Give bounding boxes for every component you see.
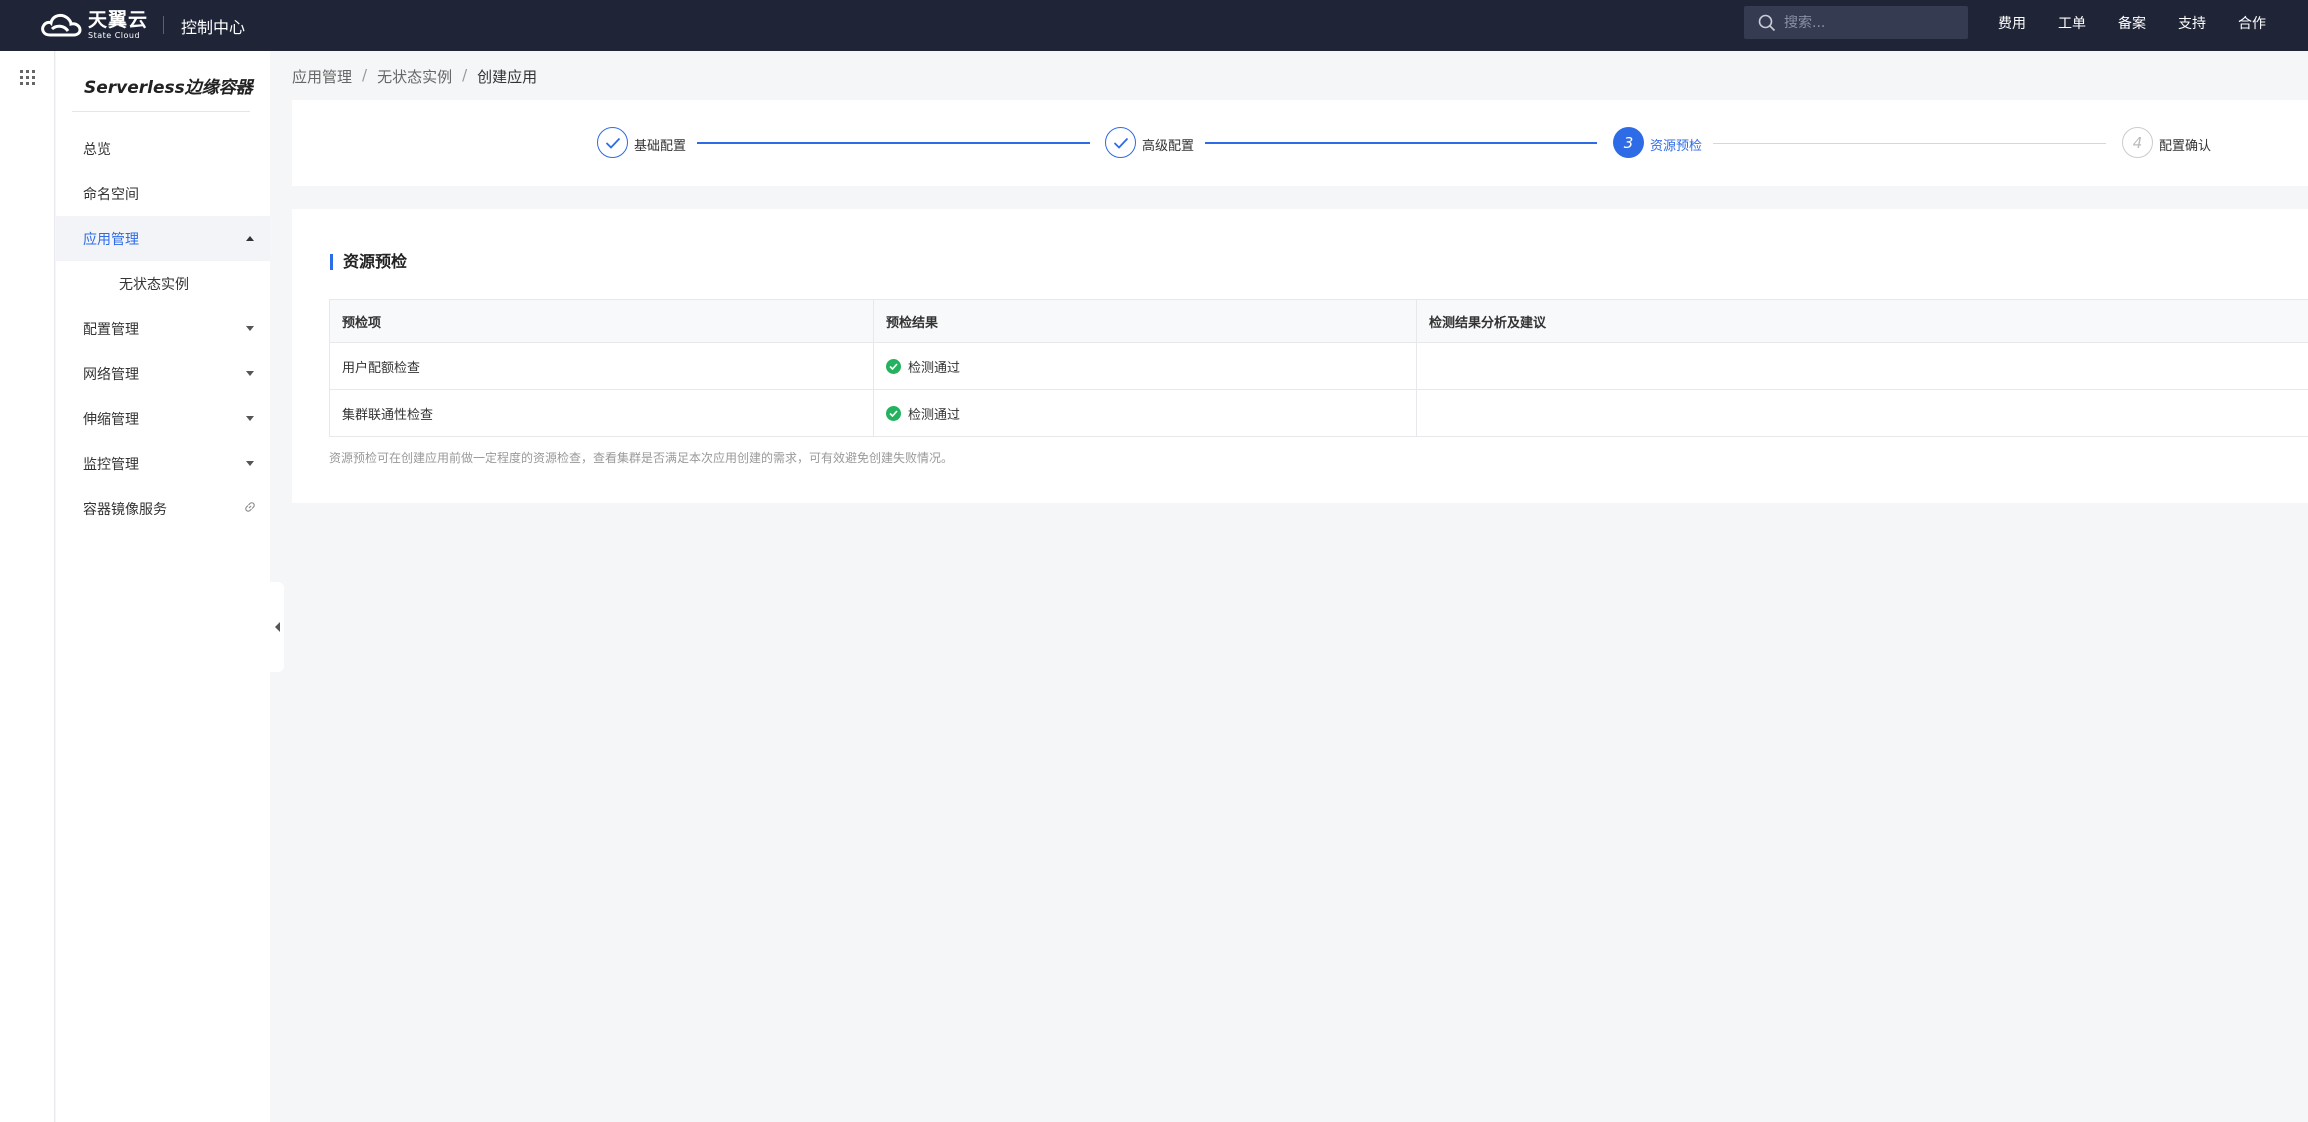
brand-logo[interactable]: 天翼云 State Cloud	[38, 8, 148, 42]
top-link-partner[interactable]: 合作	[2238, 13, 2266, 33]
sidebar-item-label: 网络管理	[83, 366, 139, 383]
check-circle-icon	[886, 405, 901, 421]
result-text: 检测通过	[908, 360, 961, 376]
sidebar-item-stateless-instance[interactable]: 无状态实例	[56, 261, 270, 306]
breadcrumb-app-management[interactable]: 应用管理	[292, 66, 352, 87]
top-link-fees[interactable]: 费用	[1998, 13, 2026, 33]
logo-subtitle: State Cloud	[88, 30, 141, 40]
sidebar-item-label: 监控管理	[83, 456, 139, 473]
sidebar-item-overview[interactable]: 总览	[56, 126, 270, 171]
product-title[interactable]: Serverless边缘容器	[84, 73, 253, 98]
sidebar: Serverless边缘容器 总览 命名空间 应用管理 无状态实例 配置管理 网…	[56, 51, 270, 1122]
top-link-tickets[interactable]: 工单	[2058, 13, 2086, 33]
section-title: 资源预检	[330, 254, 407, 270]
product-switch-caret-icon[interactable]	[236, 85, 246, 91]
cell-result: 检测通过	[873, 390, 1416, 436]
column-header-advice: 检测结果分析及建议	[1416, 300, 2308, 342]
cell-item: 用户配额检查	[329, 343, 873, 389]
step-3-label: 资源预检	[1650, 139, 1703, 154]
sidebar-item-label: 伸缩管理	[83, 411, 139, 428]
sidebar-item-app-management[interactable]: 应用管理	[56, 216, 270, 261]
step-3-number: 3	[1623, 133, 1634, 152]
sidebar-item-label: 总览	[83, 141, 111, 158]
sidebar-item-label: 应用管理	[83, 231, 139, 248]
precheck-panel: 资源预检 预检项 预检结果 检测结果分析及建议 用户配额检查 检测通过 集群联通…	[292, 209, 2308, 503]
step-connector-1	[697, 142, 1090, 144]
top-link-support[interactable]: 支持	[2178, 13, 2206, 33]
step-progress: 基础配置 高级配置 3 资源预检 4 配置确认	[292, 100, 2308, 186]
cloud-logo-icon	[41, 13, 82, 37]
product-rail	[0, 51, 55, 1122]
precheck-table: 预检项 预检结果 检测结果分析及建议 用户配额检查 检测通过 集群联通性检查 检…	[329, 299, 2308, 437]
top-links: 费用 工单 备案 支持 合作	[1998, 0, 2266, 46]
cell-advice	[1416, 390, 2308, 436]
chevron-down-icon	[246, 371, 254, 376]
sidebar-item-config-management[interactable]: 配置管理	[56, 306, 270, 351]
search-icon	[1758, 14, 1776, 31]
step-1-done	[597, 127, 628, 158]
console-title[interactable]: 控制中心	[181, 14, 245, 38]
external-link-icon	[245, 502, 255, 512]
sidebar-item-network-management[interactable]: 网络管理	[56, 351, 270, 396]
sidebar-item-monitor-management[interactable]: 监控管理	[56, 441, 270, 486]
sidebar-item-namespace[interactable]: 命名空间	[56, 171, 270, 216]
search-input[interactable]	[1784, 14, 1954, 31]
step-connector-2	[1205, 142, 1597, 144]
sidebar-item-scaling-management[interactable]: 伸缩管理	[56, 396, 270, 441]
column-header-result: 预检结果	[873, 300, 1416, 342]
step-3-current: 3	[1613, 127, 1644, 158]
global-search[interactable]	[1744, 6, 1968, 39]
sidebar-item-label: 容器镜像服务	[83, 501, 167, 518]
breadcrumb-separator: /	[362, 66, 368, 84]
topbar-divider	[163, 16, 164, 34]
breadcrumb-create-app: 创建应用	[477, 68, 538, 86]
sidebar-item-label: 无状态实例	[119, 276, 189, 293]
chevron-up-icon	[246, 236, 254, 241]
logo-title: 天翼云	[88, 8, 149, 31]
breadcrumb-stateless-instance[interactable]: 无状态实例	[377, 66, 452, 87]
step-connector-3	[1713, 143, 2106, 144]
precheck-note: 资源预检可在创建应用前做一定程度的资源检查，查看集群是否满足本次应用创建的需求，…	[329, 451, 954, 465]
step-4-number: 4	[2132, 133, 2143, 152]
column-header-item: 预检项	[329, 300, 873, 342]
step-4-todo: 4	[2122, 127, 2153, 158]
step-2-done	[1105, 127, 1136, 158]
sidebar-item-label: 命名空间	[83, 186, 139, 203]
table-header: 预检项 预检结果 检测结果分析及建议	[329, 300, 2308, 343]
breadcrumb-separator: /	[462, 66, 468, 84]
top-navigation-bar: 天翼云 State Cloud 控制中心 费用 工单 备案 支持 合作	[0, 0, 2308, 51]
checkmark-icon	[605, 137, 620, 149]
table-row: 用户配额检查 检测通过	[329, 343, 2308, 390]
chevron-down-icon	[246, 326, 254, 331]
cell-result: 检测通过	[873, 343, 1416, 389]
sidebar-item-label: 配置管理	[83, 321, 139, 338]
checkmark-icon	[1113, 137, 1128, 149]
table-row: 集群联通性检查 检测通过	[329, 390, 2308, 437]
breadcrumb: 应用管理 / 无状态实例 / 创建应用	[292, 66, 537, 87]
cell-item: 集群联通性检查	[329, 390, 873, 436]
cell-advice	[1416, 343, 2308, 389]
chevron-down-icon	[246, 416, 254, 421]
sidebar-divider	[72, 111, 250, 112]
chevron-down-icon	[246, 461, 254, 466]
step-1-label: 基础配置	[634, 139, 687, 154]
sidebar-item-image-service[interactable]: 容器镜像服务	[56, 486, 270, 531]
collapse-left-icon	[274, 622, 280, 632]
top-link-filing[interactable]: 备案	[2118, 13, 2146, 33]
step-2-label: 高级配置	[1142, 139, 1195, 154]
result-text: 检测通过	[908, 407, 961, 423]
apps-grid-icon[interactable]	[20, 70, 35, 85]
step-4-label: 配置确认	[2159, 139, 2212, 154]
sidebar-collapse-button[interactable]	[270, 582, 284, 672]
check-circle-icon	[886, 358, 901, 374]
